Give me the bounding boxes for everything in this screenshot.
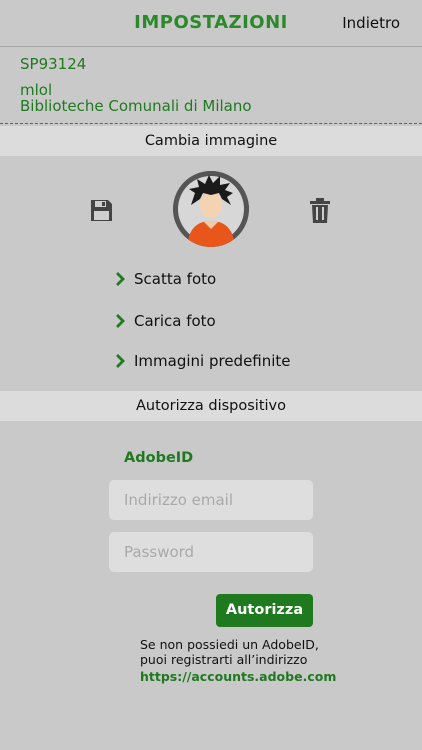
user-name: mlol <box>20 81 53 99</box>
avatar-image <box>173 171 249 247</box>
trash-icon[interactable] <box>310 198 330 223</box>
avatar[interactable] <box>173 171 249 247</box>
authorize-device-header: Autorizza dispositivo <box>0 391 422 421</box>
default-images-label: Immagini predefinite <box>134 352 291 370</box>
default-images-option[interactable]: Immagini predefinite <box>116 350 291 372</box>
note-line-2: puoi registrarti all’indirizzo <box>140 652 308 667</box>
take-photo-option[interactable]: Scatta foto <box>116 268 216 290</box>
floppy-disk-icon[interactable] <box>90 199 113 222</box>
chevron-right-icon <box>116 354 125 368</box>
adobe-register-note: Se non possiedi un AdobeID, puoi registr… <box>140 637 336 684</box>
chevron-right-icon <box>116 272 125 286</box>
top-bar: IMPOSTAZIONI Indietro <box>0 0 422 47</box>
library-name: Biblioteche Comunali di Milano <box>20 97 252 115</box>
adobe-id-label: AdobeID <box>124 450 194 466</box>
note-line-1: Se non possiedi un AdobeID, <box>140 637 319 652</box>
upload-photo-option[interactable]: Carica foto <box>116 310 216 332</box>
change-image-header: Cambia immagine <box>0 126 422 156</box>
back-button[interactable]: Indietro <box>342 14 400 32</box>
password-field[interactable] <box>109 532 313 572</box>
user-code: SP93124 <box>20 55 87 73</box>
email-field[interactable] <box>109 480 313 520</box>
adobe-register-link[interactable]: https://accounts.adobe.com <box>140 669 336 684</box>
dashed-divider <box>0 123 422 124</box>
user-info: SP93124 mlol Biblioteche Comunali di Mil… <box>20 55 252 114</box>
chevron-right-icon <box>116 314 125 328</box>
upload-photo-label: Carica foto <box>134 312 216 330</box>
take-photo-label: Scatta foto <box>134 270 217 288</box>
authorize-button[interactable]: Autorizza <box>216 594 313 627</box>
